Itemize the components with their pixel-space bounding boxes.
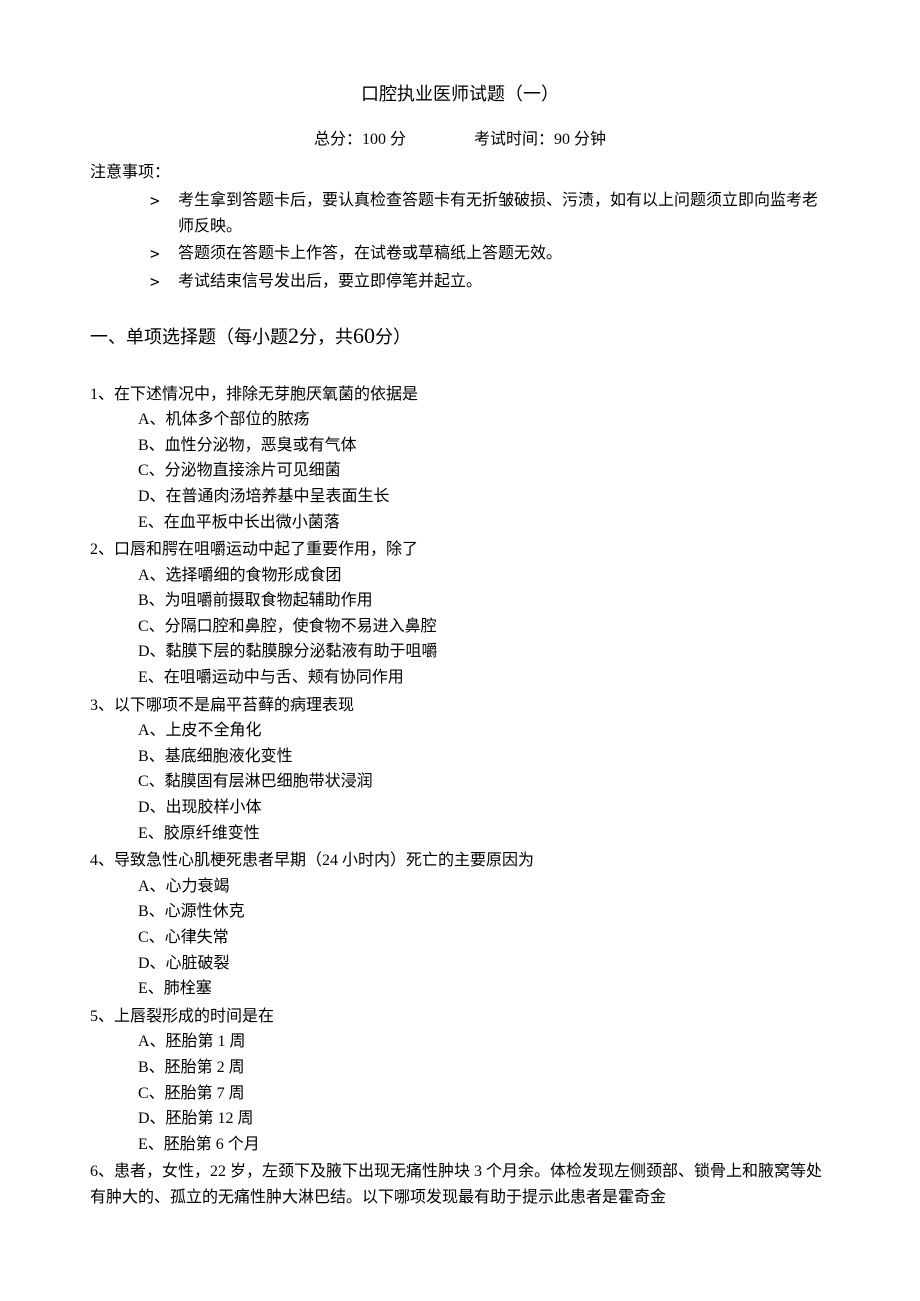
option-item: B、基底细胞液化变性 (138, 744, 830, 770)
option-item: B、心源性休克 (138, 899, 830, 925)
question: 5、上唇裂形成的时间是在 A、胚胎第 1 周 B、胚胎第 2 周 C、胚胎第 7… (90, 1004, 830, 1158)
exam-title: 口腔执业医师试题（一） (90, 80, 830, 109)
instructions-list: 考生拿到答题卡后，要认真检查答题卡有无折皱破损、污渍，如有以上问题须立即向监考老… (150, 188, 830, 294)
option-item: D、心脏破裂 (138, 951, 830, 977)
question: 1、在下述情况中，排除无芽胞厌氧菌的依据是 A、机体多个部位的脓疡 B、血性分泌… (90, 382, 830, 536)
option-item: C、分隔口腔和鼻腔，使食物不易进入鼻腔 (138, 614, 830, 640)
question: 4、导致急性心肌梗死患者早期（24 小时内）死亡的主要原因为 A、心力衰竭 B、… (90, 848, 830, 1002)
question-stem: 1、在下述情况中，排除无芽胞厌氧菌的依据是 (90, 382, 830, 408)
options-list: A、上皮不全角化 B、基底细胞液化变性 C、黏膜固有层淋巴细胞带状浸润 D、出现… (138, 718, 830, 846)
question-stem: 2、口唇和腭在咀嚼运动中起了重要作用，除了 (90, 537, 830, 563)
option-item: D、出现胶样小体 (138, 795, 830, 821)
option-item: A、机体多个部位的脓疡 (138, 407, 830, 433)
section-total: 60 (353, 323, 375, 348)
options-list: A、机体多个部位的脓疡 B、血性分泌物，恶臭或有气体 C、分泌物直接涂片可见细菌… (138, 407, 830, 535)
option-item: E、胶原纤维变性 (138, 821, 830, 847)
section-suffix: 分） (375, 327, 411, 347)
section-points: 2 (288, 323, 299, 348)
option-item: C、胚胎第 7 周 (138, 1081, 830, 1107)
instruction-item: 答题须在答题卡上作答，在试卷或草稿纸上答题无效。 (150, 241, 830, 267)
option-item: C、心律失常 (138, 925, 830, 951)
question-stem: 5、上唇裂形成的时间是在 (90, 1004, 830, 1030)
option-item: B、血性分泌物，恶臭或有气体 (138, 433, 830, 459)
option-item: C、分泌物直接涂片可见细菌 (138, 458, 830, 484)
option-item: A、心力衰竭 (138, 874, 830, 900)
total-score-value: 100 分 (362, 131, 406, 148)
option-item: E、胚胎第 6 个月 (138, 1132, 830, 1158)
exam-meta: 总分：100 分 考试时间：90 分钟 (90, 127, 830, 153)
time-value: 90 分钟 (554, 131, 606, 148)
option-item: E、在血平板中长出微小菌落 (138, 510, 830, 536)
option-item: D、黏膜下层的黏膜腺分泌黏液有助于咀嚼 (138, 639, 830, 665)
question: 6、患者，女性，22 岁，左颈下及腋下出现无痛性肿块 3 个月余。体检发现左侧颈… (90, 1159, 830, 1210)
total-score-label: 总分： (314, 131, 362, 148)
question: 3、以下哪项不是扁平苔藓的病理表现 A、上皮不全角化 B、基底细胞液化变性 C、… (90, 693, 830, 847)
options-list: A、心力衰竭 B、心源性休克 C、心律失常 D、心脏破裂 E、肺栓塞 (138, 874, 830, 1002)
time-label: 考试时间： (474, 131, 554, 148)
option-item: E、肺栓塞 (138, 976, 830, 1002)
question-stem: 4、导致急性心肌梗死患者早期（24 小时内）死亡的主要原因为 (90, 848, 830, 874)
option-item: B、胚胎第 2 周 (138, 1055, 830, 1081)
options-list: A、胚胎第 1 周 B、胚胎第 2 周 C、胚胎第 7 周 D、胚胎第 12 周… (138, 1029, 830, 1157)
question-stem: 6、患者，女性，22 岁，左颈下及腋下出现无痛性肿块 3 个月余。体检发现左侧颈… (90, 1159, 830, 1210)
option-item: A、选择嚼细的食物形成食团 (138, 563, 830, 589)
option-item: D、在普通肉汤培养基中呈表面生长 (138, 484, 830, 510)
section-prefix: 一、单项选择题（每小题 (90, 327, 288, 347)
instruction-item: 考试结束信号发出后，要立即停笔并起立。 (150, 269, 830, 295)
question: 2、口唇和腭在咀嚼运动中起了重要作用，除了 A、选择嚼细的食物形成食团 B、为咀… (90, 537, 830, 691)
option-item: A、胚胎第 1 周 (138, 1029, 830, 1055)
instruction-item: 考生拿到答题卡后，要认真检查答题卡有无折皱破损、污渍，如有以上问题须立即向监考老… (150, 188, 830, 239)
option-item: A、上皮不全角化 (138, 718, 830, 744)
question-stem: 3、以下哪项不是扁平苔藓的病理表现 (90, 693, 830, 719)
section-heading: 一、单项选择题（每小题2分，共60分） (90, 318, 830, 353)
option-item: B、为咀嚼前摄取食物起辅助作用 (138, 588, 830, 614)
option-item: C、黏膜固有层淋巴细胞带状浸润 (138, 769, 830, 795)
options-list: A、选择嚼细的食物形成食团 B、为咀嚼前摄取食物起辅助作用 C、分隔口腔和鼻腔，… (138, 563, 830, 691)
section-mid: 分，共 (299, 327, 353, 347)
option-item: E、在咀嚼运动中与舌、颊有协同作用 (138, 665, 830, 691)
notice-label: 注意事项： (90, 160, 830, 186)
option-item: D、胚胎第 12 周 (138, 1106, 830, 1132)
